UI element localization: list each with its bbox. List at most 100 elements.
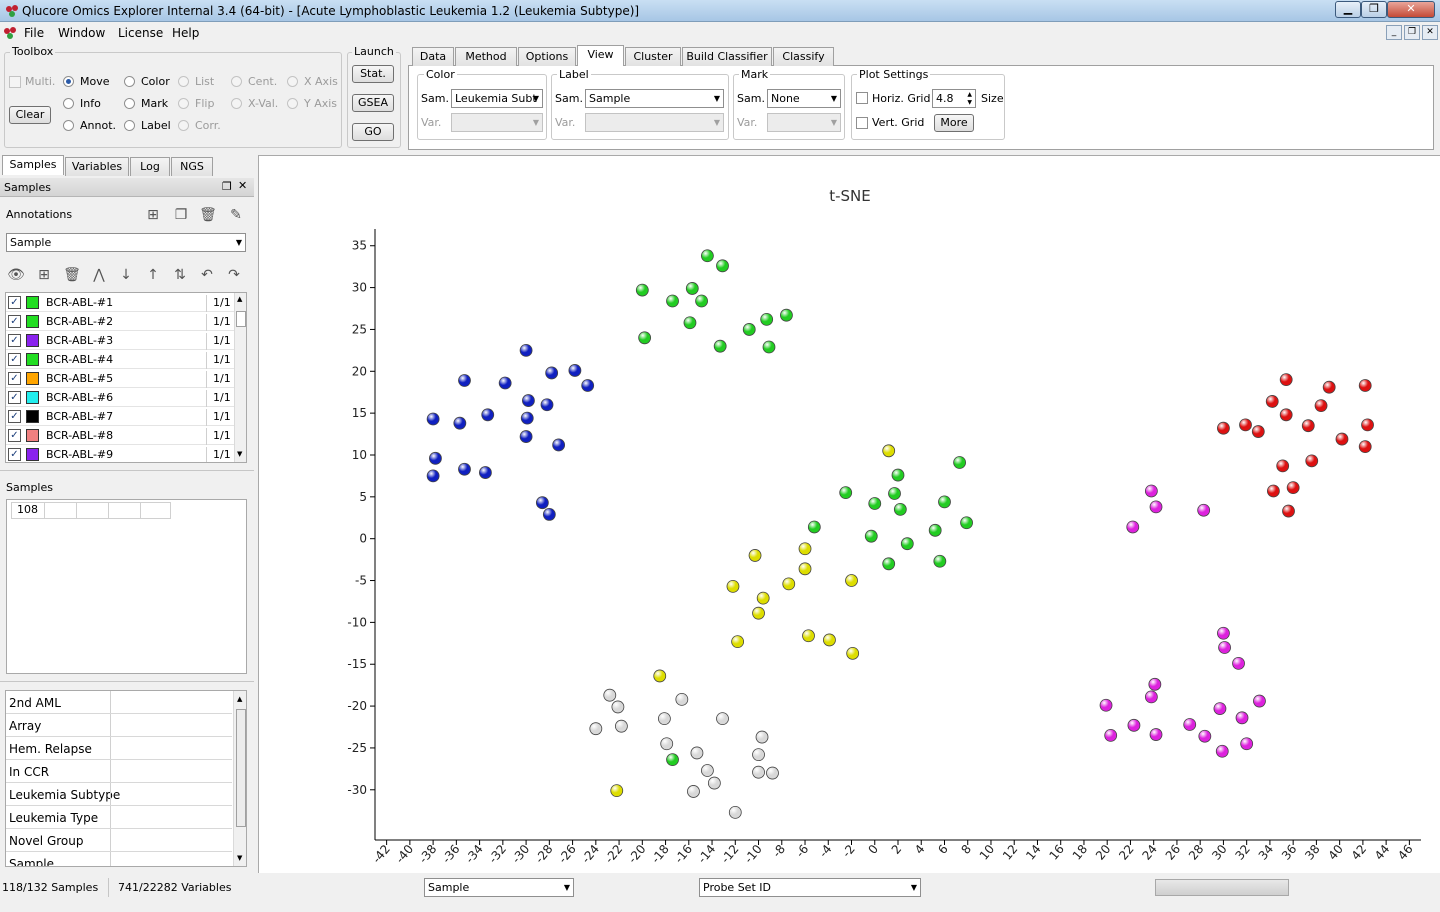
scatter-point[interactable] <box>498 376 512 390</box>
status-probe-select[interactable]: Probe Set ID ▼ <box>699 878 921 897</box>
scatter-point[interactable] <box>552 438 566 452</box>
menu-window[interactable]: Window <box>58 26 105 40</box>
scatter-point[interactable] <box>1104 728 1118 742</box>
scatter-point[interactable] <box>660 737 674 751</box>
scatter-point[interactable] <box>780 308 793 322</box>
color-swatch[interactable] <box>26 353 39 366</box>
scatter-point[interactable] <box>666 753 679 767</box>
status-sample-select[interactable]: Sample ▼ <box>424 878 574 897</box>
scatter-point[interactable] <box>888 487 901 500</box>
scatter-point[interactable] <box>1149 500 1163 514</box>
scatter-point[interactable] <box>900 537 914 551</box>
scatter-point[interactable] <box>752 765 765 779</box>
scatter-point[interactable] <box>581 379 595 392</box>
scatter-point[interactable] <box>1358 440 1372 454</box>
tab-log[interactable]: Log <box>130 157 170 176</box>
copy-icon[interactable]: ❐ <box>171 205 191 225</box>
scatter-point[interactable] <box>1149 728 1163 741</box>
mode-color-radio[interactable] <box>124 76 135 87</box>
mdi-restore-button[interactable]: ❐ <box>1404 25 1420 40</box>
scatter-point[interactable] <box>520 411 534 425</box>
tsne-scatter-plot[interactable]: t-SNE 35302520151050-5-10-15-20-25-30-42… <box>259 156 1440 873</box>
scatter-point[interactable] <box>846 646 860 660</box>
scatter-point[interactable] <box>1361 418 1374 432</box>
annotation-list-item[interactable]: Hem. Relapse <box>6 737 232 760</box>
sample-checkbox[interactable]: ✓ <box>8 391 21 404</box>
scatter-point[interactable] <box>760 312 774 326</box>
sample-checkbox[interactable]: ✓ <box>8 353 21 366</box>
scatter-point[interactable] <box>687 785 700 798</box>
document-icon[interactable] <box>2 25 18 41</box>
scatter-point[interactable] <box>1279 373 1293 387</box>
scroll-down-icon[interactable]: ▼ <box>237 450 242 458</box>
scatter-point[interactable] <box>1276 459 1290 473</box>
color-swatch[interactable] <box>26 429 39 442</box>
scatter-point[interactable] <box>938 495 951 509</box>
scatter-point[interactable] <box>1232 656 1245 670</box>
sample-checkbox[interactable]: ✓ <box>8 429 21 442</box>
scatter-point[interactable] <box>1235 711 1249 725</box>
mode-flip-radio[interactable] <box>178 98 189 109</box>
vert-grid-checkbox[interactable] <box>856 117 868 129</box>
scatter-point[interactable] <box>1217 421 1230 435</box>
scatter-point[interactable] <box>1213 702 1227 715</box>
menu-license[interactable]: License <box>118 26 163 40</box>
scatter-point[interactable] <box>1322 380 1336 394</box>
scatter-point[interactable] <box>638 331 652 345</box>
mode-list-radio[interactable] <box>178 76 189 87</box>
brush-icon[interactable]: ✎ <box>226 205 246 225</box>
scatter-point[interactable] <box>1282 504 1295 518</box>
scatter-point[interactable] <box>707 776 721 790</box>
scatter-point[interactable] <box>610 784 624 798</box>
scatter-point[interactable] <box>614 719 628 733</box>
scatter-point[interactable] <box>1286 481 1300 495</box>
scatter-point[interactable] <box>1265 395 1279 408</box>
scroll-up-icon[interactable]: ▲ <box>237 295 242 303</box>
scatter-point[interactable] <box>1279 408 1293 422</box>
scatter-point[interactable] <box>1148 677 1162 691</box>
scatter-point[interactable] <box>635 283 649 297</box>
scatter-point[interactable] <box>1217 626 1230 640</box>
hierarchy-icon[interactable]: ⋀ <box>89 265 109 285</box>
scatter-point[interactable] <box>731 635 745 649</box>
scatter-point[interactable] <box>1239 418 1252 432</box>
gsea-button[interactable]: GSEA <box>352 94 394 112</box>
scatter-point[interactable] <box>479 466 492 479</box>
scatter-point[interactable] <box>1253 694 1266 708</box>
mdi-minimize-button[interactable]: _ <box>1386 25 1402 40</box>
clear-button[interactable]: Clear <box>9 106 51 124</box>
color-var-select[interactable]: ▼ <box>451 113 543 132</box>
list-item[interactable]: ✓ BCR-ABL-#4 1/1 <box>6 350 234 369</box>
mark-sam-select[interactable]: None ▼ <box>767 89 841 108</box>
scatter-point[interactable] <box>1144 484 1158 498</box>
scatter-point[interactable] <box>752 748 765 762</box>
mode-mark-radio[interactable] <box>124 98 135 109</box>
scatter-point[interactable] <box>1358 379 1372 392</box>
annotation-list-item[interactable]: Leukemia Subtype <box>6 783 232 806</box>
mdi-close-button[interactable]: ✕ <box>1422 25 1438 40</box>
scatter-point[interactable] <box>1127 718 1141 732</box>
scroll-thumb[interactable] <box>236 709 246 827</box>
eye-icon[interactable]: 👁 <box>6 265 26 285</box>
scatter-point[interactable] <box>807 520 821 534</box>
scatter-point[interactable] <box>960 516 973 530</box>
scatter-point[interactable] <box>568 364 582 377</box>
tab-method[interactable]: Method <box>455 47 517 66</box>
scatter-point[interactable] <box>481 408 495 422</box>
annotation-list-item[interactable]: Array <box>6 714 232 737</box>
scatter-point[interactable] <box>762 340 776 354</box>
list-item[interactable]: ✓ BCR-ABL-#7 1/1 <box>6 407 234 426</box>
color-swatch[interactable] <box>26 296 39 309</box>
color-swatch[interactable] <box>26 448 39 461</box>
scatter-point[interactable] <box>453 416 467 430</box>
multi-checkbox[interactable] <box>9 76 21 88</box>
list-item[interactable]: ✓ BCR-ABL-#5 1/1 <box>6 369 234 388</box>
sample-checkbox[interactable]: ✓ <box>8 372 21 385</box>
sample-checkbox[interactable]: ✓ <box>8 296 21 309</box>
minimize-button[interactable]: ▁ <box>1335 1 1361 18</box>
tab-ngs[interactable]: NGS <box>171 157 213 176</box>
scroll-thumb[interactable] <box>236 311 246 327</box>
scatter-point[interactable] <box>893 502 907 516</box>
tab-data[interactable]: Data <box>412 47 454 66</box>
scatter-point[interactable] <box>1314 399 1328 413</box>
